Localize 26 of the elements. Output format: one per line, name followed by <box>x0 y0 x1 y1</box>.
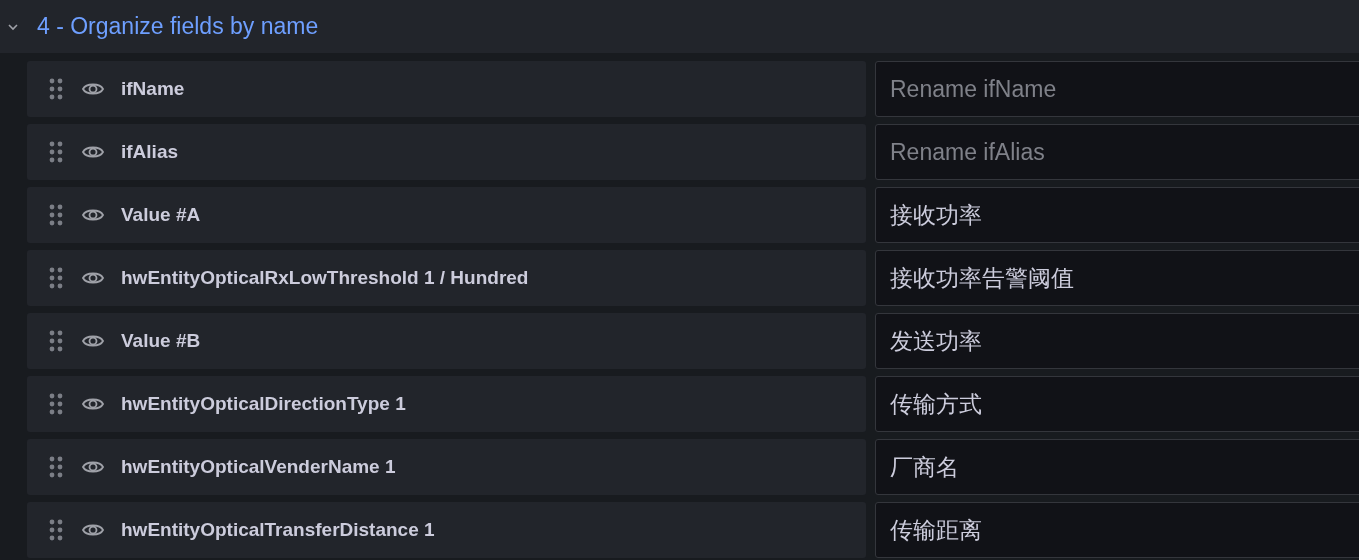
field-name: Value #A <box>121 204 201 226</box>
drag-handle-icon[interactable] <box>48 329 64 353</box>
section-title: 4 - Organize fields by name <box>37 13 319 40</box>
rename-field[interactable]: 厂商名 <box>875 439 1359 495</box>
rename-field[interactable]: 传输距离 <box>875 502 1359 558</box>
drag-handle-icon[interactable] <box>48 518 64 542</box>
drag-handle-icon[interactable] <box>48 203 64 227</box>
rename-field[interactable]: 接收功率 <box>875 187 1359 243</box>
drag-handle-icon[interactable] <box>48 77 64 101</box>
rename-field[interactable]: 接收功率告警阈值 <box>875 250 1359 306</box>
rename-field[interactable]: Rename ifAlias <box>875 124 1359 180</box>
field-name: hwEntityOpticalVenderName 1 <box>121 456 396 478</box>
field-name: ifName <box>121 78 185 100</box>
field-name: ifAlias <box>121 141 179 163</box>
field-name: hwEntityOpticalDirectionType 1 <box>121 393 406 415</box>
section-header[interactable]: 4 - Organize fields by name <box>0 0 1359 53</box>
drag-handle-icon[interactable] <box>48 266 64 290</box>
rename-field[interactable]: Rename ifName <box>875 61 1359 117</box>
drag-handle-icon[interactable] <box>48 392 64 416</box>
field-name: hwEntityOpticalTransferDistance 1 <box>121 519 435 541</box>
drag-handle-icon[interactable] <box>48 140 64 164</box>
rename-field[interactable]: 传输方式 <box>875 376 1359 432</box>
drag-handle-icon[interactable] <box>48 455 64 479</box>
field-name: hwEntityOpticalRxLowThreshold 1 / Hundred <box>121 267 529 289</box>
field-name: Value #B <box>121 330 201 352</box>
rename-field[interactable]: 发送功率 <box>875 313 1359 369</box>
